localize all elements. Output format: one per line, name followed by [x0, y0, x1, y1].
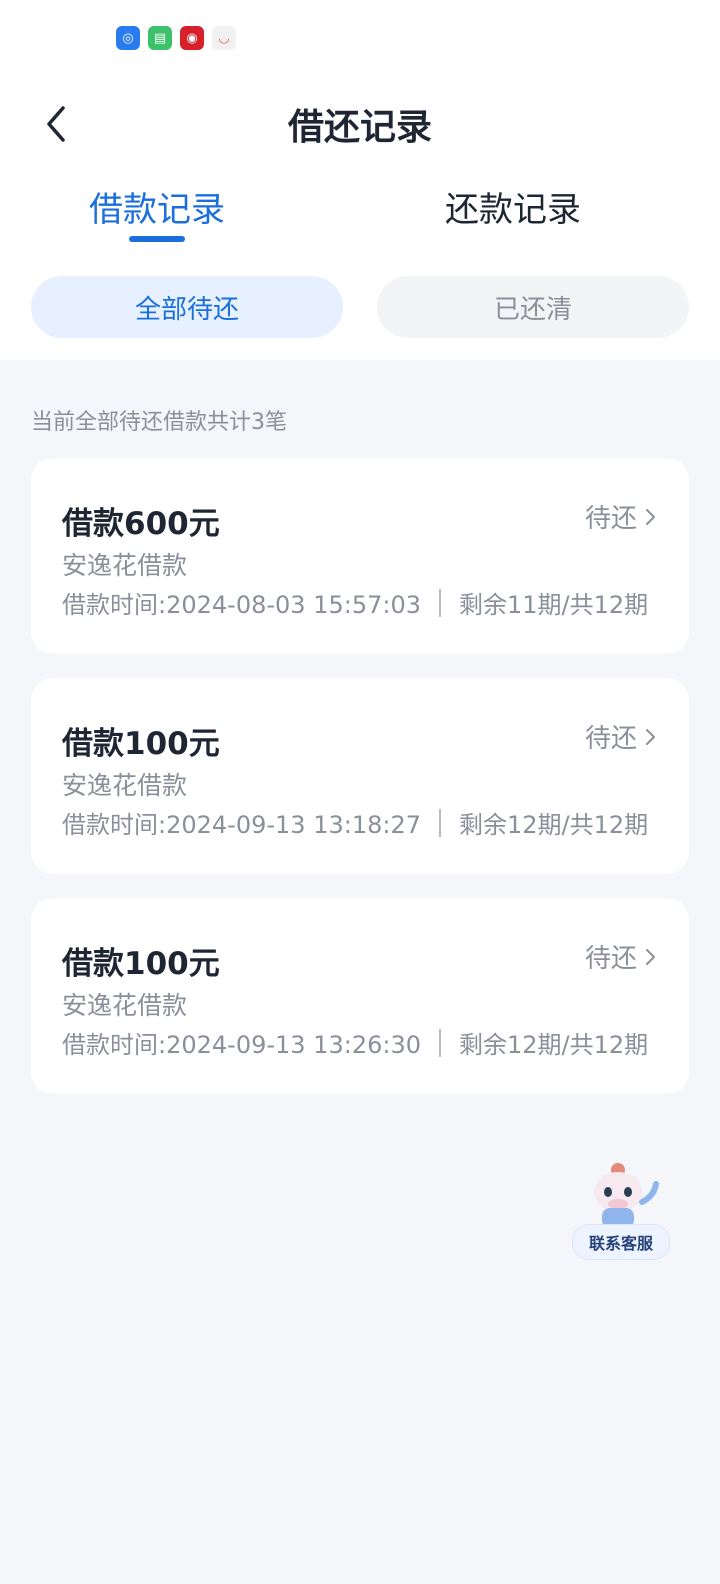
loan-status-label: 待还 [584, 944, 637, 974]
status-bar-icons: ◎ ▤ ◉ ◡ [116, 26, 236, 50]
filter-all-pending[interactable]: 全部待还 [31, 276, 343, 338]
loan-status-label: 待还 [584, 504, 637, 534]
loan-time: 借款时间:2024-09-13 13:26:30 [62, 1031, 421, 1059]
tab-repay-records[interactable]: 还款记录 [403, 182, 623, 231]
loan-time: 借款时间:2024-09-13 13:18:27 [62, 811, 421, 839]
loan-product: 安逸花借款 [62, 771, 188, 800]
loan-terms: 剩余12期/共12期 [458, 811, 649, 839]
meta-divider [438, 1028, 441, 1057]
pending-summary: 当前全部待还借款共计3笔 [31, 410, 287, 435]
loan-amount: 借款100元 [62, 726, 220, 762]
loan-meta: 借款时间:2024-09-13 13:18:27 剩余12期/共12期 [62, 805, 648, 840]
filter-paid-off[interactable]: 已还清 [377, 276, 689, 338]
weibo-icon: ◉ [180, 26, 204, 50]
active-tab-indicator [129, 236, 185, 242]
loan-time: 借款时间:2024-08-03 15:57:03 [62, 591, 421, 619]
loan-meta: 借款时间:2024-08-03 15:57:03 剩余11期/共12期 [62, 585, 648, 620]
meta-divider [438, 808, 441, 837]
loan-status: 待还 [585, 938, 657, 975]
loan-meta: 借款时间:2024-09-13 13:26:30 剩余12期/共12期 [62, 1025, 648, 1060]
customer-service-label: 联系客服 [572, 1224, 670, 1260]
chevron-right-icon [646, 508, 655, 525]
loan-status-label: 待还 [584, 724, 637, 754]
loan-terms: 剩余11期/共12期 [458, 591, 649, 619]
loan-terms: 剩余12期/共12期 [458, 1031, 649, 1059]
chevron-right-icon [646, 728, 655, 745]
chevron-right-icon [646, 948, 655, 965]
messages-icon: ▤ [148, 26, 172, 50]
loan-product: 安逸花借款 [62, 991, 188, 1020]
top-section: ◎ ▤ ◉ ◡ 借还记录 借款记录 还款记录 全部待还 已还清 [0, 0, 720, 360]
loan-product: 安逸花借款 [62, 551, 188, 580]
page-title: 借还记录 [287, 107, 432, 148]
loan-card[interactable]: 借款600元 待还 安逸花借款 借款时间:2024-08-03 15:57:03… [31, 458, 689, 654]
shop-icon: ◡ [212, 26, 236, 50]
meta-divider [438, 588, 441, 617]
loan-card[interactable]: 借款100元 待还 安逸花借款 借款时间:2024-09-13 13:26:30… [31, 898, 689, 1094]
loan-card[interactable]: 借款100元 待还 安逸花借款 借款时间:2024-09-13 13:18:27… [31, 678, 689, 874]
loan-status: 待还 [585, 498, 657, 535]
loan-status: 待还 [585, 718, 657, 755]
loan-amount: 借款100元 [62, 946, 220, 982]
app-icon-blue: ◎ [116, 26, 140, 50]
tab-borrow-records[interactable]: 借款记录 [47, 182, 267, 231]
customer-service-button[interactable]: 联系客服 [572, 1162, 670, 1260]
loan-amount: 借款600元 [62, 506, 220, 542]
